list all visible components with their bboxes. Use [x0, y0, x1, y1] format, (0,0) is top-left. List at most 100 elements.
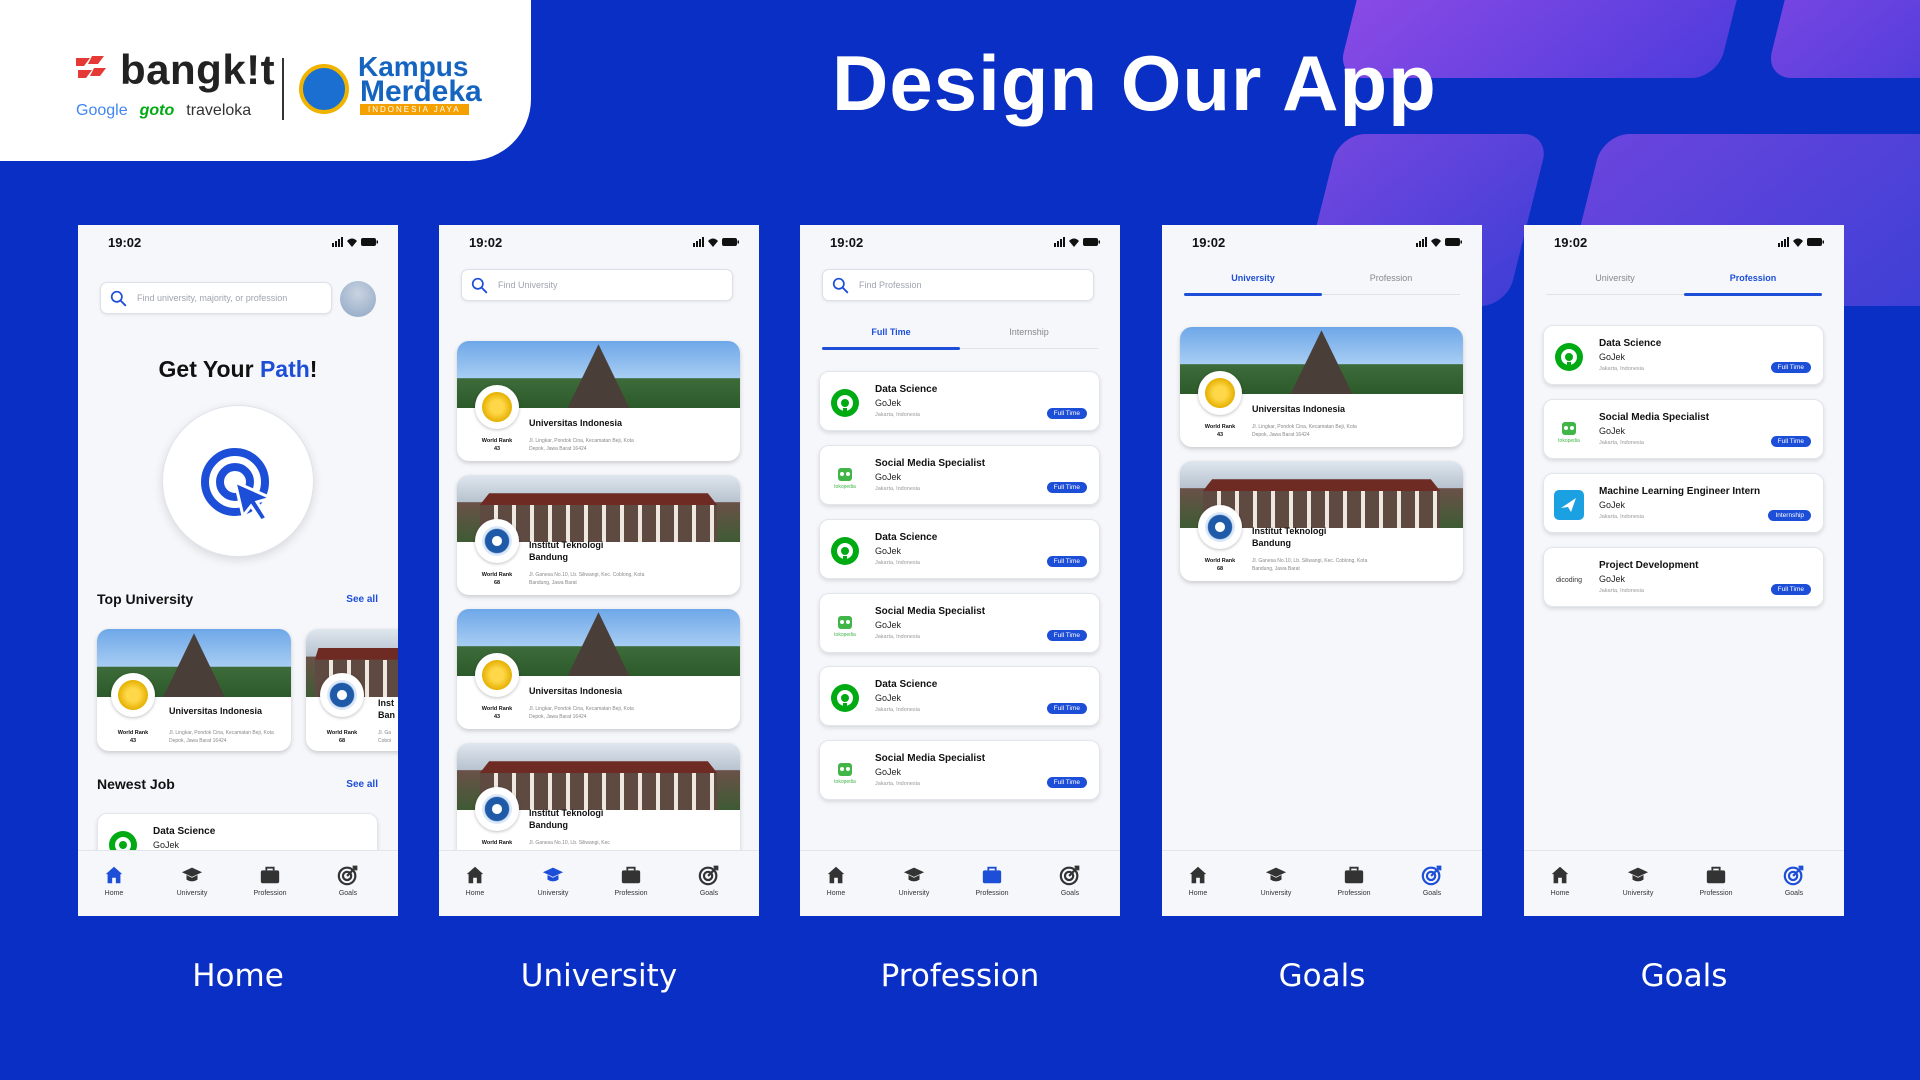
nav-home[interactable]: Home [447, 864, 503, 897]
search-input[interactable]: Find University [461, 269, 733, 301]
ui-logo-icon [475, 385, 519, 429]
nav-label: Profession [975, 890, 1009, 897]
university-card[interactable]: Universitas Indonesia World Rank 43 Jl. L… [457, 609, 740, 729]
briefcase-icon [1705, 864, 1727, 886]
university-card[interactable]: Inst Ban World Rank 68 Jl. Ga Coboi [306, 629, 398, 751]
job-type-badge: Internship [1768, 510, 1811, 521]
nav-goals[interactable]: Goals [1766, 864, 1822, 897]
target-icon [1783, 864, 1805, 886]
itb-logo-icon [475, 519, 519, 563]
job-card[interactable]: Data Science GoJek Jakarta, Indonesia Fu… [819, 519, 1100, 579]
goal-target-button[interactable] [162, 405, 314, 557]
briefcase-icon [981, 864, 1003, 886]
job-title: Data Science [875, 384, 938, 395]
status-time: 19:02 [1192, 235, 1226, 250]
world-rank-value: 43 [1216, 432, 1224, 438]
nav-goals[interactable]: Goals [1404, 864, 1460, 897]
status-time: 19:02 [108, 235, 142, 250]
job-card[interactable]: Social Media Specialist GoJek Jakarta, I… [819, 740, 1100, 800]
gojek-icon [830, 388, 860, 418]
nav-goals[interactable]: Goals [320, 864, 376, 897]
nav-label: Home [104, 890, 124, 897]
tab-internship[interactable]: Internship [960, 321, 1098, 349]
job-company: GoJek [1599, 426, 1626, 436]
job-company: GoJek [875, 620, 902, 630]
tab-university[interactable]: University [1546, 267, 1684, 295]
university-name: Institut Teknologi Bandung [529, 808, 604, 830]
job-card[interactable]: Project Development GoJek Jakarta, Indon… [1543, 547, 1824, 607]
nav-profession[interactable]: Profession [242, 864, 298, 897]
nav-profession[interactable]: Profession [1326, 864, 1382, 897]
nav-university[interactable]: University [1248, 864, 1304, 897]
job-card[interactable]: Social Media Specialist GoJek Jakarta, I… [819, 593, 1100, 653]
world-rank: World Rank 68 [1202, 557, 1238, 573]
job-company: GoJek [875, 472, 902, 482]
tab-profession[interactable]: Profession [1684, 267, 1822, 296]
job-card[interactable]: Data Science GoJek Jakarta, Indonesia Fu… [1543, 325, 1824, 385]
university-card[interactable]: Universitas Indonesia World Rank 43 Jl. L… [457, 341, 740, 461]
nav-home[interactable]: Home [86, 864, 142, 897]
headline: Get Your Path! [78, 356, 398, 383]
nav-university[interactable]: University [164, 864, 220, 897]
search-input[interactable]: Find university, majority, or profession [100, 282, 332, 314]
status-time: 19:02 [469, 235, 503, 250]
job-title: Project Development [1599, 560, 1699, 571]
university-card[interactable]: Universitas Indonesia World Rank 43 Jl. L… [1180, 327, 1463, 447]
university-card[interactable]: Institut Teknologi Bandung World Rank Jl… [457, 743, 740, 863]
job-card[interactable]: Machine Learning Engineer Intern GoJek J… [1543, 473, 1824, 533]
see-all-universities-link[interactable]: See all [346, 594, 378, 605]
nav-home[interactable]: Home [808, 864, 864, 897]
nav-university[interactable]: University [1610, 864, 1666, 897]
tokopedia-icon [830, 462, 860, 492]
dicoding-icon [1554, 564, 1584, 594]
phone-home: 19:02 Find university, majority, or prof… [78, 225, 398, 916]
logo-panel: bangk!t Google goto traveloka Kampus Mer… [0, 0, 531, 161]
see-all-jobs-link[interactable]: See all [346, 779, 378, 790]
graduation-cap-icon [181, 864, 203, 886]
world-rank: World Rank 68 [324, 729, 360, 745]
job-card[interactable]: Data Science GoJek Jakarta, Indonesia Fu… [819, 371, 1100, 431]
nav-label: Goals [1422, 890, 1442, 897]
nav-goals[interactable]: Goals [681, 864, 737, 897]
job-type-badge: Full Time [1770, 584, 1811, 595]
nav-label: Goals [1060, 890, 1080, 897]
nav-label: Goals [1784, 890, 1804, 897]
nav-goals[interactable]: Goals [1042, 864, 1098, 897]
search-input[interactable]: Find Profession [822, 269, 1094, 301]
gojek-icon [1554, 342, 1584, 372]
nav-label: University [1622, 890, 1654, 897]
job-location: Jakarta, Indonesia [1599, 514, 1644, 520]
world-rank: World Rank 43 [479, 437, 515, 453]
kampus-merdeka-logo-line2: Merdeka [360, 75, 482, 108]
tab-university[interactable]: University [1184, 267, 1322, 296]
world-rank-value: 68 [1216, 566, 1224, 572]
avatar[interactable] [340, 281, 376, 317]
nav-profession[interactable]: Profession [603, 864, 659, 897]
nav-label: Home [826, 890, 846, 897]
job-location: Jakarta, Indonesia [1599, 440, 1644, 446]
caption-profession: Profession [880, 958, 1040, 994]
tab-profession[interactable]: Profession [1322, 267, 1460, 295]
nav-home[interactable]: Home [1532, 864, 1588, 897]
nav-profession[interactable]: Profession [964, 864, 1020, 897]
job-card[interactable]: Data Science GoJek Jakarta, Indonesia Fu… [819, 666, 1100, 726]
job-card[interactable]: Social Media Specialist GoJek Jakarta, I… [1543, 399, 1824, 459]
tokopedia-icon [1554, 416, 1584, 446]
goals-tabs: University Profession [1546, 267, 1822, 296]
status-bar: 19:02 [78, 225, 398, 265]
job-title: Data Science [1599, 338, 1662, 349]
university-card[interactable]: Institut Teknologi Bandung World Rank 68 … [457, 475, 740, 595]
job-type-badge: Full Time [1046, 408, 1087, 419]
nav-profession[interactable]: Profession [1688, 864, 1744, 897]
nav-home[interactable]: Home [1170, 864, 1226, 897]
status-time: 19:02 [830, 235, 864, 250]
world-rank-label: World Rank [481, 706, 513, 712]
university-card[interactable]: Institut Teknologi Bandung World Rank 68 … [1180, 461, 1463, 581]
tab-full-time[interactable]: Full Time [822, 321, 960, 350]
nav-university[interactable]: University [886, 864, 942, 897]
itb-logo-icon [475, 787, 519, 831]
university-card[interactable]: Universitas Indonesia World Rank 43 Jl. L… [97, 629, 291, 751]
nav-university[interactable]: University [525, 864, 581, 897]
job-company: GoJek [1599, 500, 1626, 510]
job-card[interactable]: Social Media Specialist GoJek Jakarta, I… [819, 445, 1100, 505]
